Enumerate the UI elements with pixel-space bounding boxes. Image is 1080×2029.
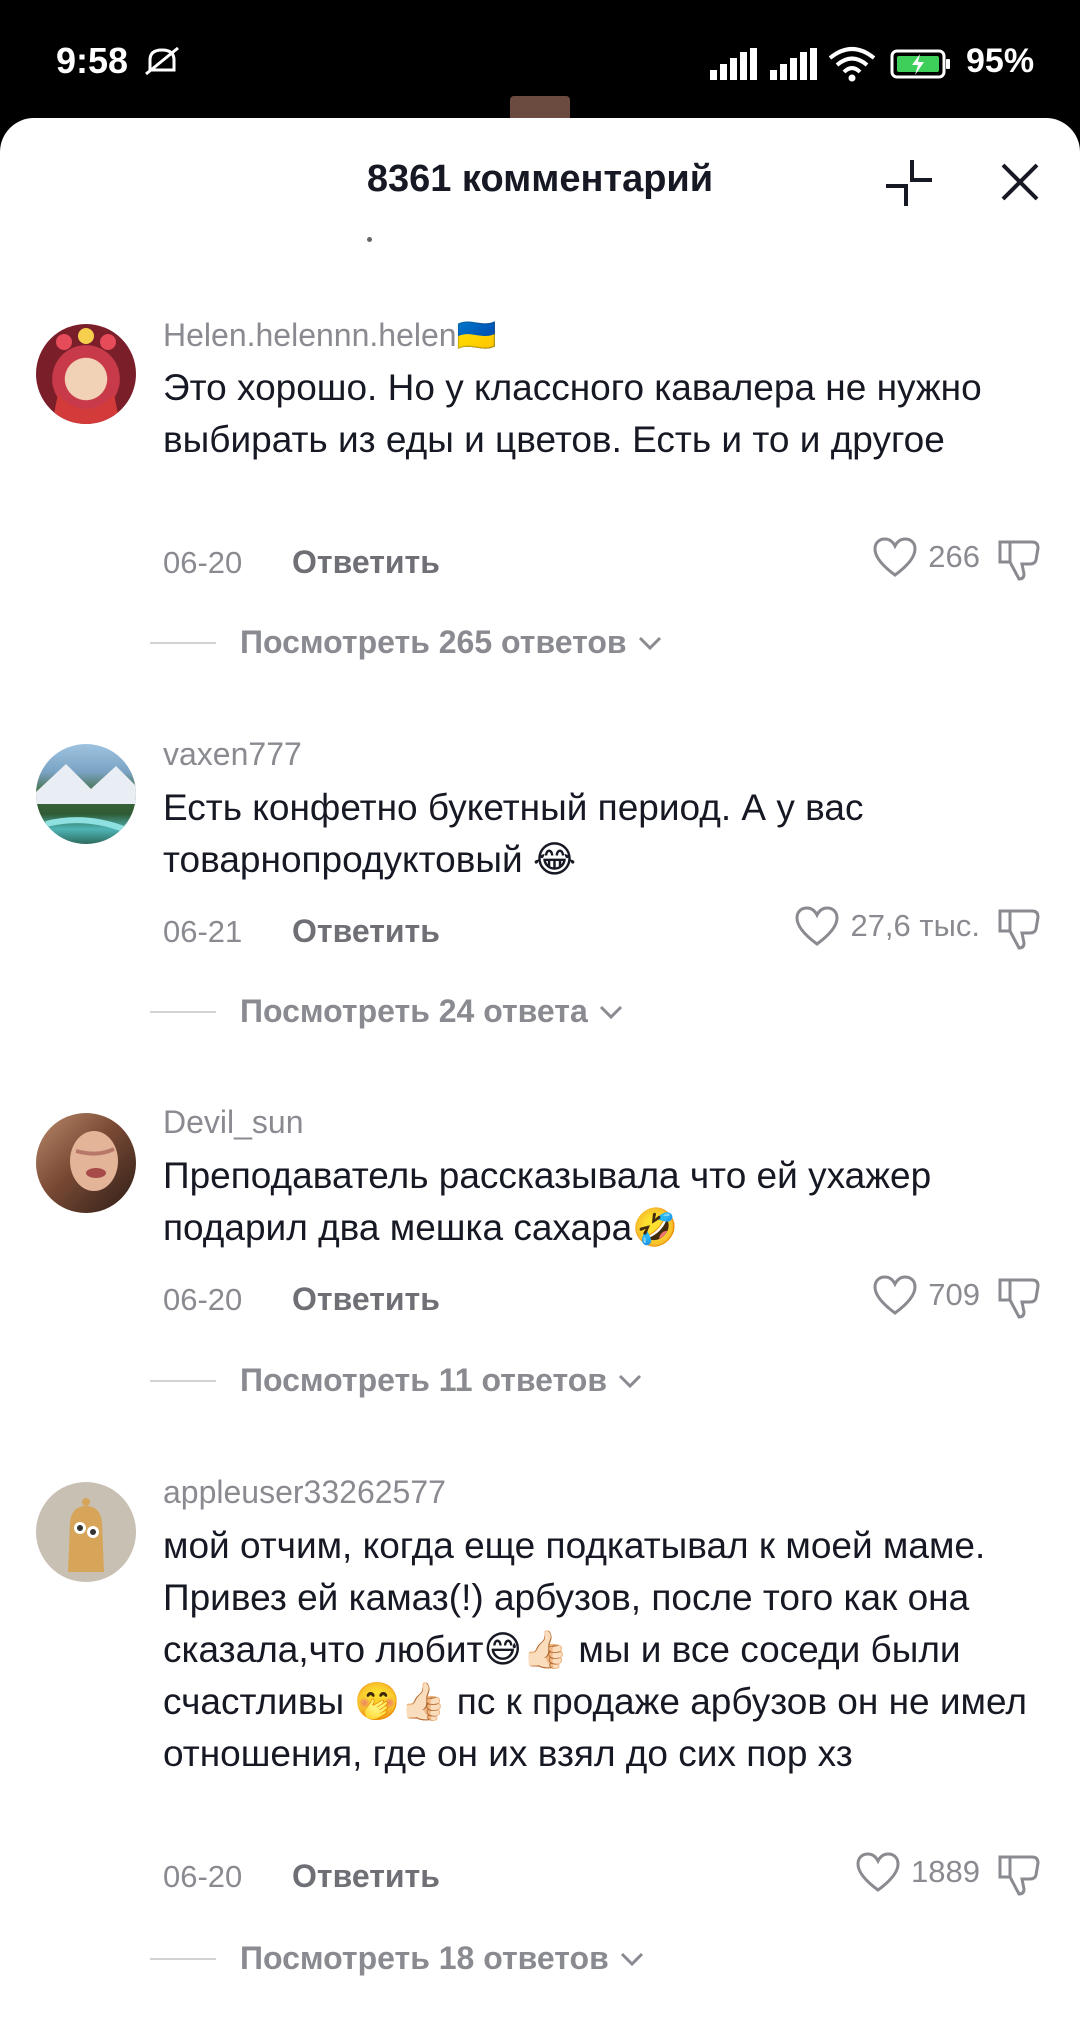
like-count: 1889 <box>911 1854 980 1889</box>
chevron-down-icon <box>618 1374 642 1388</box>
like-count: 266 <box>928 539 980 574</box>
chevron-down-icon <box>638 636 661 650</box>
avatar[interactable] <box>36 744 136 844</box>
collapse-icon[interactable] <box>884 158 934 208</box>
avatar[interactable] <box>36 1482 136 1582</box>
avatar-image <box>70 1131 118 1191</box>
replies-divider <box>150 1379 216 1382</box>
like-button[interactable]: 1889 <box>855 1851 980 1893</box>
battery-charging-icon <box>890 49 950 79</box>
comment-text: мой отчим, когда еще подкатывал к моей м… <box>163 1525 1027 1774</box>
dislike-icon[interactable] <box>996 536 1042 582</box>
status-time: 9:58 <box>56 40 129 81</box>
comment-date: 06-20 <box>163 1859 243 1894</box>
comment-text: Есть конфетно букетный период. А у вас т… <box>163 787 864 880</box>
chevron-down-icon <box>599 1005 622 1019</box>
avatar-image <box>36 764 136 833</box>
heart-icon <box>856 1852 900 1892</box>
reply-button[interactable]: Ответить <box>292 1281 440 1318</box>
like-button[interactable]: 266 <box>872 536 980 578</box>
close-icon[interactable] <box>998 160 1042 204</box>
heart-icon <box>795 906 839 946</box>
view-replies-label: Посмотреть 18 ответов <box>240 1940 609 1976</box>
reply-button[interactable]: Ответить <box>292 1858 440 1895</box>
view-replies-button[interactable]: Посмотреть 24 ответа <box>150 993 624 1030</box>
comment-date: 06-20 <box>163 1282 243 1317</box>
comment-username[interactable]: vaxen777 <box>163 736 302 773</box>
replies-divider <box>150 1010 216 1013</box>
dislike-icon[interactable] <box>996 1274 1042 1320</box>
like-button[interactable]: 709 <box>872 1274 980 1316</box>
like-button[interactable]: 27,6 тыс. <box>794 905 980 947</box>
view-replies-label: Посмотреть 24 ответа <box>240 993 588 1029</box>
comment-text: Преподаватель рассказывала что ей ухажер… <box>163 1155 932 1248</box>
dislike-icon[interactable] <box>996 905 1042 951</box>
mute-notifications-icon <box>145 46 179 76</box>
signal-icon <box>770 48 817 80</box>
dislike-icon[interactable] <box>996 1851 1042 1897</box>
view-replies-button[interactable]: Посмотреть 11 ответов <box>150 1362 643 1399</box>
heart-icon <box>873 537 917 577</box>
comment-date: 06-20 <box>163 545 243 580</box>
avatar[interactable] <box>36 324 136 424</box>
comment-username[interactable]: appleuser33262577 <box>163 1474 446 1511</box>
reply-button[interactable]: Ответить <box>292 913 440 950</box>
comment-text: Это хорошо. Но у классного кавалера не н… <box>163 367 982 460</box>
view-replies-button[interactable]: Посмотреть 18 ответов <box>150 1940 645 1977</box>
view-replies-label: Посмотреть 11 ответов <box>240 1362 607 1398</box>
chevron-down-icon <box>620 1952 643 1966</box>
signal-icon <box>710 48 757 80</box>
avatar-image <box>52 328 120 424</box>
view-replies-button[interactable]: Посмотреть 265 ответов <box>150 624 663 661</box>
like-count: 709 <box>928 1277 980 1312</box>
scroll-dot <box>367 237 372 242</box>
avatar-image <box>68 1498 104 1572</box>
avatar[interactable] <box>36 1113 136 1213</box>
replies-divider <box>150 1957 216 1960</box>
comment-username[interactable]: Devil_sun <box>163 1104 304 1141</box>
replies-divider <box>150 641 216 644</box>
like-count: 27,6 тыс. <box>850 908 980 943</box>
battery-percentage: 95% <box>966 42 1035 80</box>
heart-icon <box>873 1275 917 1315</box>
comment-date: 06-21 <box>163 914 243 949</box>
reply-button[interactable]: Ответить <box>292 544 440 581</box>
wifi-icon <box>828 47 876 82</box>
view-replies-label: Посмотреть 265 ответов <box>240 624 627 660</box>
comment-username[interactable]: Helen.helennn.helen🇺🇦 <box>163 316 496 354</box>
